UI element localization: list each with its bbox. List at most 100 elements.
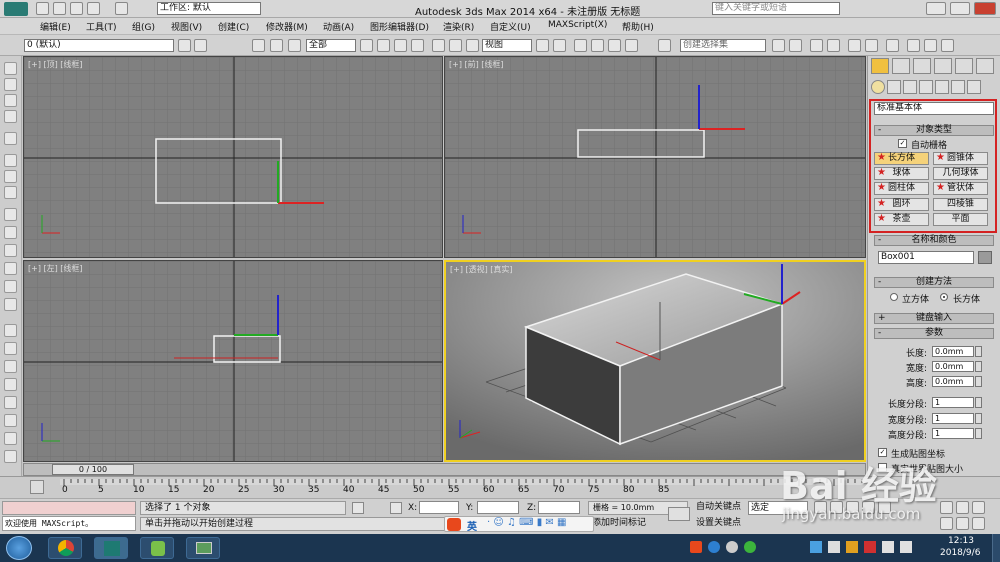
- percent-snap-icon[interactable]: [608, 39, 621, 52]
- param-width-spinner[interactable]: [975, 361, 982, 372]
- lefttool-9-icon[interactable]: [4, 208, 17, 221]
- align-icon[interactable]: [789, 39, 802, 52]
- menu-modifiers[interactable]: 修改器(M): [266, 20, 308, 33]
- btn-teapot[interactable]: ★ 茶壶: [874, 213, 929, 226]
- lefttool-13-icon[interactable]: [4, 280, 17, 293]
- unlink-icon[interactable]: [270, 39, 283, 52]
- snap-toggle-icon[interactable]: [574, 39, 587, 52]
- param-width-input[interactable]: 0.0mm: [932, 361, 974, 372]
- menu-group[interactable]: 组(G): [132, 20, 155, 33]
- scale-icon[interactable]: [466, 39, 479, 52]
- move-icon[interactable]: [432, 39, 445, 52]
- add-layer-icon[interactable]: [194, 39, 207, 52]
- x-coord-input[interactable]: [419, 501, 459, 514]
- btn-cone[interactable]: ★ 圆锥体: [933, 152, 988, 165]
- clock-date[interactable]: 2018/9/6: [940, 548, 980, 558]
- shapes-icon[interactable]: [887, 80, 901, 94]
- tray-shield-icon[interactable]: [810, 541, 822, 553]
- ime-tools-icons[interactable]: · ☺ ♫ ⌨ ▮ ✉ ▦: [487, 517, 566, 528]
- viewport-left-label[interactable]: [+] [左] [线框]: [28, 263, 83, 274]
- lefttool-20-icon[interactable]: [4, 414, 17, 427]
- btn-cylinder[interactable]: ★ 圆柱体: [874, 182, 929, 195]
- menu-graph-editors[interactable]: 图形编辑器(D): [370, 20, 429, 33]
- viewport-left[interactable]: [+] [左] [线框]: [23, 260, 443, 462]
- modify-tab-icon[interactable]: [892, 58, 910, 74]
- track-bar-icon[interactable]: [30, 480, 44, 494]
- workspace-select[interactable]: 工作区: 默认: [157, 2, 261, 15]
- menu-edit[interactable]: 编辑(E): [40, 20, 71, 33]
- name-color-header[interactable]: - 名称和颜色: [874, 235, 994, 246]
- save-icon[interactable]: [70, 2, 83, 15]
- display-tab-icon[interactable]: [955, 58, 973, 74]
- lefttool-12-icon[interactable]: [4, 262, 17, 275]
- systems-icon[interactable]: [967, 80, 981, 94]
- new-file-icon[interactable]: [36, 2, 49, 15]
- param-length-spinner[interactable]: [975, 346, 982, 357]
- material-editor-icon[interactable]: [886, 39, 899, 52]
- object-type-header[interactable]: - 对象类型: [874, 125, 994, 136]
- lefttool-4-icon[interactable]: [4, 110, 17, 123]
- render-production-icon[interactable]: [941, 39, 954, 52]
- param-height-input[interactable]: 0.0mm: [932, 376, 974, 387]
- menu-customize[interactable]: 自定义(U): [490, 20, 531, 33]
- redo-icon[interactable]: [115, 2, 128, 15]
- graphite-ribbon-icon[interactable]: [827, 39, 840, 52]
- tray-settings-icon[interactable]: [726, 541, 738, 553]
- lefttool-10-icon[interactable]: [4, 226, 17, 239]
- select-by-name-icon[interactable]: [377, 39, 390, 52]
- y-coord-input[interactable]: [477, 501, 519, 514]
- btn-plane[interactable]: 平面: [933, 213, 988, 226]
- viewport-top-label[interactable]: [+] [顶] [线框]: [28, 59, 83, 70]
- tray-flag-icon[interactable]: [882, 541, 894, 553]
- undo-icon[interactable]: [87, 2, 100, 15]
- maximize-button[interactable]: [950, 2, 970, 15]
- geometry-icon[interactable]: [871, 80, 885, 94]
- helpers-icon[interactable]: [935, 80, 949, 94]
- menu-help[interactable]: 帮助(H): [622, 20, 654, 33]
- layer-manager-icon[interactable]: [178, 39, 191, 52]
- selection-filter-select[interactable]: 全部: [306, 39, 356, 52]
- object-name-input[interactable]: Box001: [878, 251, 974, 264]
- start-button[interactable]: [6, 536, 32, 560]
- radio-cube[interactable]: [890, 293, 898, 301]
- tray-app-icon[interactable]: [846, 541, 858, 553]
- app-screen-icon[interactable]: [186, 537, 220, 559]
- motion-tab-icon[interactable]: [934, 58, 952, 74]
- hierarchy-tab-icon[interactable]: [913, 58, 931, 74]
- show-desktop-button[interactable]: [992, 534, 1000, 562]
- menu-maxscript[interactable]: MAXScript(X): [548, 20, 607, 30]
- lefttool-7-icon[interactable]: [4, 170, 17, 183]
- lefttool-3-icon[interactable]: [4, 94, 17, 107]
- lights-icon[interactable]: [903, 80, 917, 94]
- menu-tools[interactable]: 工具(T): [86, 20, 117, 33]
- btn-geosphere[interactable]: 几何球体: [933, 167, 988, 180]
- close-button[interactable]: [974, 2, 996, 15]
- lefttool-8-icon[interactable]: [4, 186, 17, 199]
- select-object-icon[interactable]: [360, 39, 373, 52]
- select-manipulate-icon[interactable]: [553, 39, 566, 52]
- lefttool-19-icon[interactable]: [4, 396, 17, 409]
- angle-snap-icon[interactable]: [591, 39, 604, 52]
- edit-named-sets-icon[interactable]: [658, 39, 671, 52]
- param-height-spinner[interactable]: [975, 376, 982, 387]
- lefttool-6-icon[interactable]: [4, 154, 17, 167]
- param-height-segs-input[interactable]: 1: [932, 428, 974, 439]
- lefttool-15-icon[interactable]: [4, 324, 17, 337]
- param-length-input[interactable]: 0.0mm: [932, 346, 974, 357]
- rotate-icon[interactable]: [449, 39, 462, 52]
- search-input[interactable]: 键入关键字或短语: [712, 2, 840, 15]
- spacewarps-icon[interactable]: [951, 80, 965, 94]
- creation-method-header[interactable]: - 创建方法: [874, 277, 994, 288]
- utilities-tab-icon[interactable]: [976, 58, 994, 74]
- schematic-view-icon[interactable]: [865, 39, 878, 52]
- maxscript-mini-listener[interactable]: 欢迎使用 MAXScript。: [2, 516, 136, 531]
- rendered-frame-icon[interactable]: [924, 39, 937, 52]
- spinner-snap-icon[interactable]: [625, 39, 638, 52]
- ime-mode-label[interactable]: 英: [467, 518, 477, 533]
- reference-coord-select[interactable]: 视图: [482, 39, 532, 52]
- viewport-perspective-label[interactable]: [+] [透视] [真实]: [450, 264, 513, 275]
- chrome-icon[interactable]: [48, 537, 82, 559]
- lefttool-11-icon[interactable]: [4, 244, 17, 257]
- pivot-center-icon[interactable]: [536, 39, 549, 52]
- layer-select[interactable]: 0 (默认): [24, 39, 174, 52]
